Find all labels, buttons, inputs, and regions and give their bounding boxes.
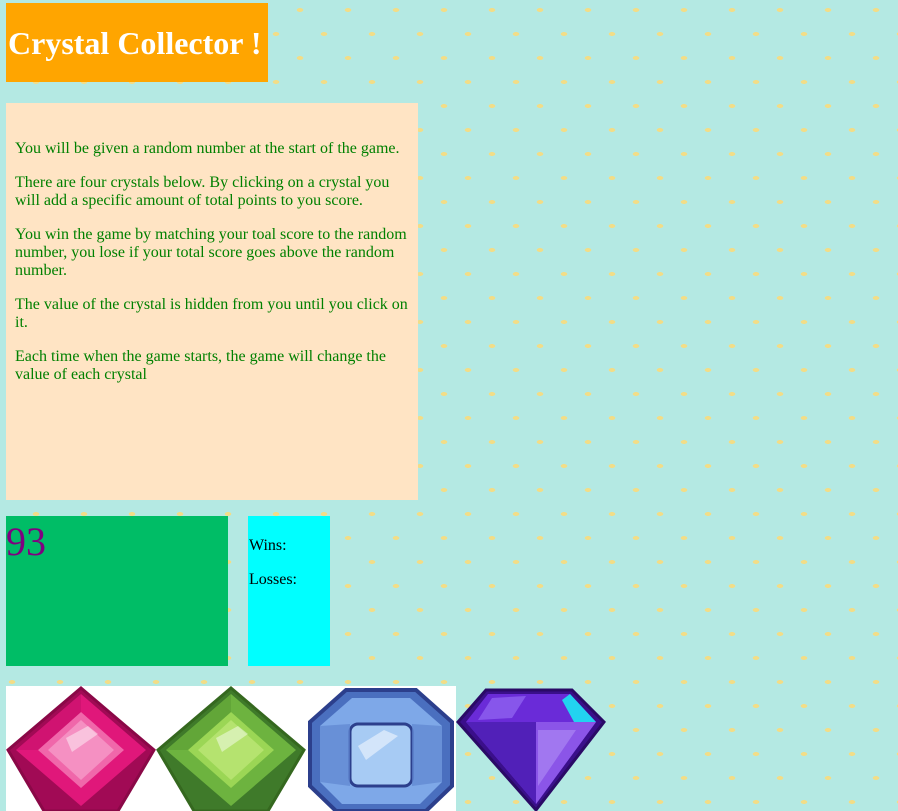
purple-crystal-button[interactable] xyxy=(456,686,606,811)
green-crystal-icon xyxy=(156,686,306,811)
losses-label: Losses: xyxy=(249,571,297,588)
purple-crystal-icon xyxy=(456,688,606,811)
pink-crystal-icon xyxy=(6,686,156,811)
random-number-panel: 93 xyxy=(6,516,228,666)
blue-crystal-icon xyxy=(308,688,454,811)
instruction-text: There are four crystals below. By clicki… xyxy=(15,174,390,209)
blue-crystal-button[interactable] xyxy=(306,686,456,811)
instruction-text: Each time when the game starts, the game… xyxy=(15,348,386,383)
random-number: 93 xyxy=(6,519,46,564)
title-banner: Crystal Collector ! xyxy=(6,3,268,82)
instruction-text: The value of the crystal is hidden from … xyxy=(15,296,408,331)
instructions-panel: You will be given a random number at the… xyxy=(6,103,418,500)
instruction-text: You win the game by matching your toal s… xyxy=(15,226,407,279)
green-crystal-button[interactable] xyxy=(156,686,306,811)
instruction-text: You will be given a random number at the… xyxy=(15,140,400,157)
pink-crystal-button[interactable] xyxy=(6,686,156,811)
scoreboard-panel: Wins: Losses: xyxy=(248,516,330,666)
page-title: Crystal Collector ! xyxy=(8,25,262,61)
crystal-row xyxy=(6,686,606,811)
wins-label: Wins: xyxy=(249,537,287,554)
